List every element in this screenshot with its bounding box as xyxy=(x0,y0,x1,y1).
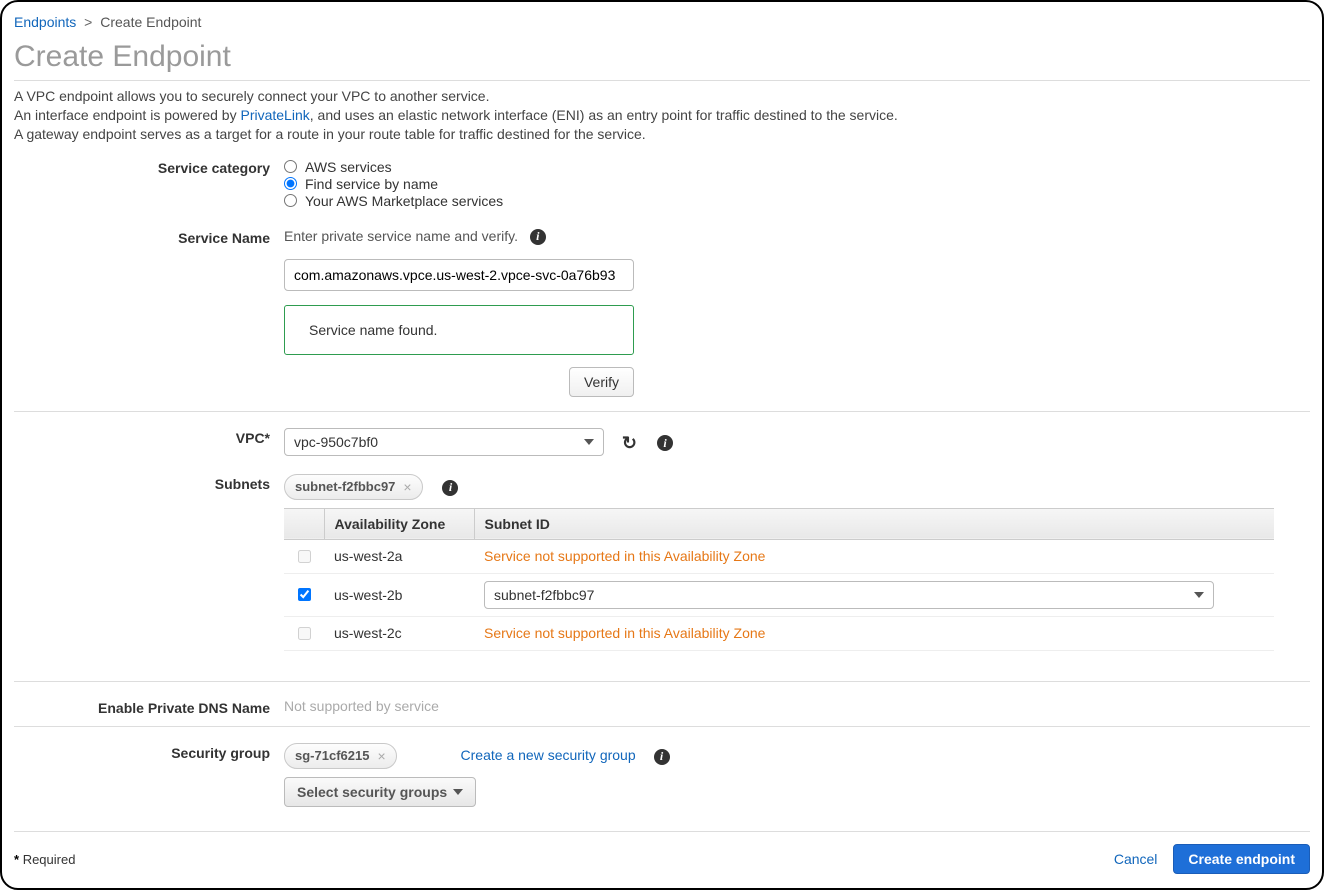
vpc-label: VPC* xyxy=(14,428,284,446)
service-category-label: Service category xyxy=(14,158,284,176)
private-dns-label: Enable Private DNS Name xyxy=(14,698,284,716)
select-security-groups-button[interactable]: Select security groups xyxy=(284,777,476,807)
subnet-row-checkbox[interactable] xyxy=(298,588,311,601)
subnet-az: us-west-2c xyxy=(324,616,474,650)
verify-button[interactable]: Verify xyxy=(569,367,634,397)
breadcrumb-separator: > xyxy=(84,14,92,30)
service-name-label: Service Name xyxy=(14,228,284,246)
subnets-label: Subnets xyxy=(14,474,284,492)
info-icon[interactable]: i xyxy=(442,480,458,496)
subnet-warning: Service not supported in this Availabili… xyxy=(474,616,1274,650)
security-group-label: Security group xyxy=(14,743,284,761)
subnet-az: us-west-2b xyxy=(324,573,474,616)
breadcrumb: Endpoints > Create Endpoint xyxy=(14,10,1310,38)
intro-line-1: A VPC endpoint allows you to securely co… xyxy=(14,87,1310,106)
create-security-group-link[interactable]: Create a new security group xyxy=(461,747,636,763)
subnet-tag[interactable]: subnet-f2fbbc97 × xyxy=(284,474,423,500)
subnet-row-checkbox xyxy=(298,627,311,640)
subnets-col-check xyxy=(284,508,324,539)
chevron-down-icon xyxy=(453,789,463,795)
refresh-icon[interactable]: ↻ xyxy=(622,433,637,454)
intro-line-2: An interface endpoint is powered by Priv… xyxy=(14,106,1310,125)
close-icon[interactable]: × xyxy=(403,479,411,495)
radio-find-by-name[interactable]: Find service by name xyxy=(284,176,1310,192)
radio-marketplace[interactable]: Your AWS Marketplace services xyxy=(284,193,1310,209)
info-icon[interactable]: i xyxy=(654,749,670,765)
subnet-warning: Service not supported in this Availabili… xyxy=(474,539,1274,573)
breadcrumb-root-link[interactable]: Endpoints xyxy=(14,14,76,30)
service-name-input[interactable] xyxy=(284,259,634,291)
radio-aws-services-input[interactable] xyxy=(284,160,297,173)
cancel-button[interactable]: Cancel xyxy=(1114,851,1158,867)
service-name-hint: Enter private service name and verify. xyxy=(284,228,518,244)
intro-line-3: A gateway endpoint serves as a target fo… xyxy=(14,125,1310,144)
table-row: us-west-2a Service not supported in this… xyxy=(284,539,1274,573)
breadcrumb-current: Create Endpoint xyxy=(100,14,201,30)
subnet-row-checkbox xyxy=(298,550,311,563)
radio-find-by-name-input[interactable] xyxy=(284,177,297,190)
subnet-az: us-west-2a xyxy=(324,539,474,573)
footer-bar: * Required Cancel Create endpoint xyxy=(14,831,1310,874)
subnets-col-id: Subnet ID xyxy=(474,508,1274,539)
private-dns-value: Not supported by service xyxy=(284,698,439,714)
security-group-tag[interactable]: sg-71cf6215 × xyxy=(284,743,397,769)
subnets-col-az: Availability Zone xyxy=(324,508,474,539)
create-endpoint-button[interactable]: Create endpoint xyxy=(1173,844,1310,874)
service-found-message: Service name found. xyxy=(284,305,634,355)
vpc-select[interactable]: vpc-950c7bf0 xyxy=(284,428,604,456)
chevron-down-icon xyxy=(1194,592,1204,598)
table-row: us-west-2b subnet-f2fbbc97 xyxy=(284,573,1274,616)
info-icon[interactable]: i xyxy=(530,229,546,245)
subnet-id-select[interactable]: subnet-f2fbbc97 xyxy=(484,581,1214,609)
table-row: us-west-2c Service not supported in this… xyxy=(284,616,1274,650)
privatelink-link[interactable]: PrivateLink xyxy=(240,107,309,123)
radio-marketplace-input[interactable] xyxy=(284,194,297,207)
chevron-down-icon xyxy=(584,439,594,445)
required-note: * Required xyxy=(14,852,75,867)
page-title: Create Endpoint xyxy=(14,40,1310,81)
info-icon[interactable]: i xyxy=(657,435,673,451)
subnets-table: Availability Zone Subnet ID us-west-2a S… xyxy=(284,508,1274,651)
radio-aws-services[interactable]: AWS services xyxy=(284,159,1310,175)
close-icon[interactable]: × xyxy=(377,748,385,764)
vpc-value: vpc-950c7bf0 xyxy=(294,434,378,450)
intro-block: A VPC endpoint allows you to securely co… xyxy=(14,87,1310,144)
